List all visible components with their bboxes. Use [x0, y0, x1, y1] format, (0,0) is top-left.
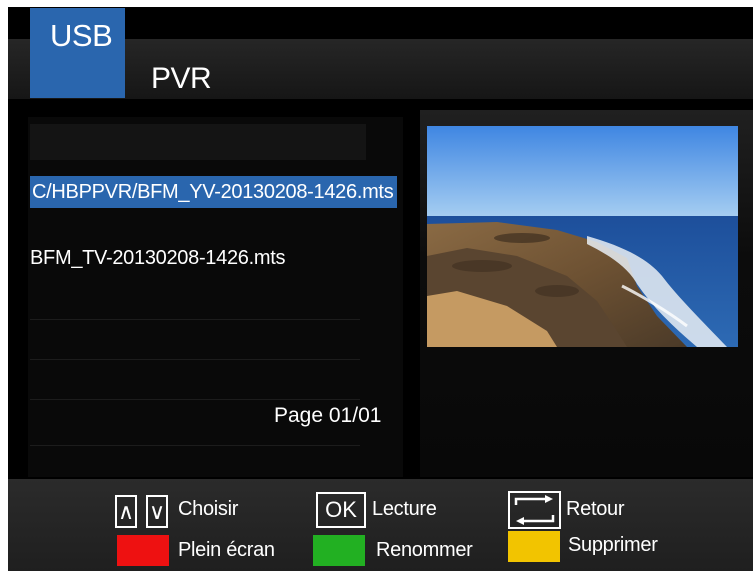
play-label: Lecture: [372, 498, 437, 520]
list-row-divider: [30, 445, 360, 446]
rename-label: Renommer: [376, 539, 473, 561]
choose-label: Choisir: [178, 498, 239, 520]
file-item-selected[interactable]: C/HBPPVR/BFM_YV-20130208-1426.mts: [30, 176, 398, 208]
red-button[interactable]: [117, 535, 169, 566]
list-row-empty: [30, 124, 366, 160]
preview-thumbnail: [427, 126, 738, 347]
down-arrow-icon[interactable]: ∨: [146, 495, 168, 528]
page-title: PVR: [151, 62, 212, 95]
return-icon[interactable]: [508, 491, 561, 529]
usb-tab[interactable]: USB: [30, 8, 125, 98]
return-arrows-icon: [514, 495, 555, 525]
file-item[interactable]: BFM_TV-20130208-1426.mts: [30, 247, 285, 270]
fullscreen-label: Plein écran: [178, 539, 275, 561]
list-row-divider: [30, 359, 360, 360]
list-row-divider: [30, 399, 360, 400]
yellow-button[interactable]: [508, 531, 560, 562]
pvr-screen: USB PVR C/HBPPVR/BFM_YV-20130208-1426.mt…: [8, 7, 753, 571]
back-label: Retour: [566, 498, 625, 520]
delete-label: Supprimer: [568, 534, 658, 556]
page-indicator: Page 01/01: [274, 404, 382, 427]
beach-thumbnail-icon: [427, 126, 738, 347]
green-button[interactable]: [313, 535, 365, 566]
list-row-divider: [30, 319, 360, 320]
ok-key-icon[interactable]: OK: [316, 492, 366, 528]
usb-tab-label: USB: [50, 18, 113, 53]
up-arrow-icon[interactable]: ∧: [115, 495, 137, 528]
